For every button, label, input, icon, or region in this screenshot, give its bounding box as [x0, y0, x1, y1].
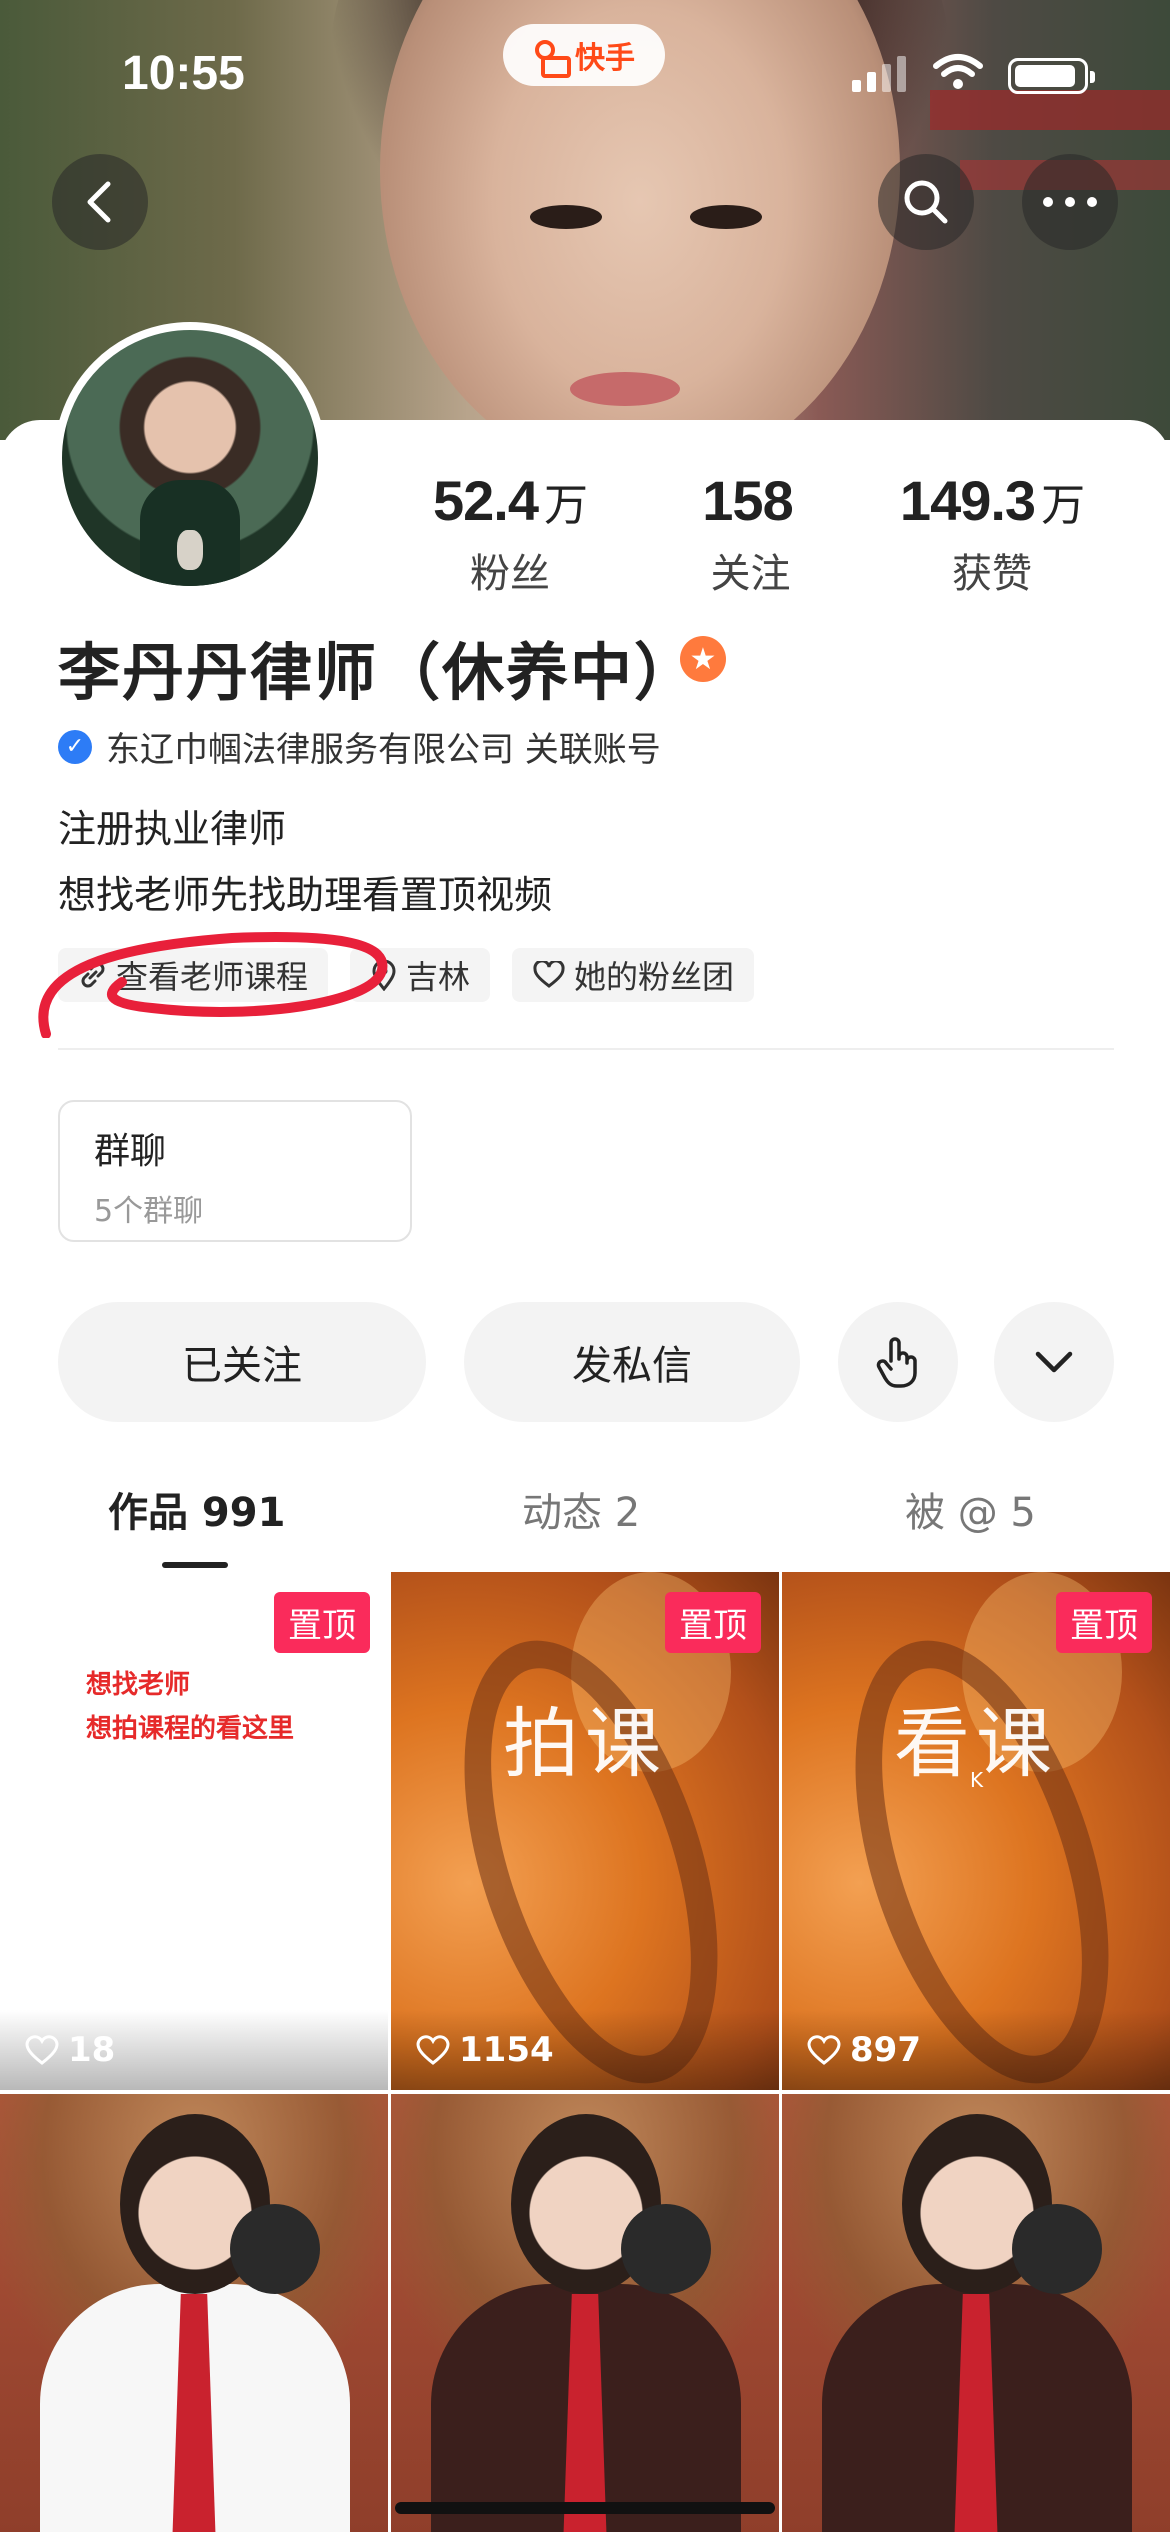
group-chat-card[interactable]: 群聊 5个群聊: [58, 1100, 412, 1242]
tab-works[interactable]: 作品 991: [108, 1480, 285, 1538]
tab-moments[interactable]: 动态 2: [522, 1480, 640, 1538]
heart-outline-icon: [25, 2035, 59, 2065]
more-dots-icon: [1043, 197, 1097, 207]
video-tile[interactable]: 置顶 想找老师 想拍课程的看这里 18: [0, 1572, 388, 2090]
bio-line: 注册执业律师: [58, 807, 287, 851]
video-tile[interactable]: [0, 2094, 388, 2532]
tile-watermark: K: [970, 1768, 984, 1792]
back-button[interactable]: [52, 154, 148, 250]
stat-label: 关注: [710, 551, 791, 597]
stat-following[interactable]: 158 关注: [678, 468, 823, 599]
video-tile[interactable]: 置顶 看课 K 897: [782, 1572, 1170, 2090]
expand-button[interactable]: [994, 1302, 1114, 1422]
stat-likes[interactable]: 149.3 万 获赞: [882, 468, 1102, 599]
wifi-icon: [933, 54, 983, 89]
heart-outline-icon: [416, 2035, 450, 2065]
search-button[interactable]: [878, 154, 974, 250]
tag-fan-club[interactable]: 她的粉丝团: [512, 948, 755, 1002]
avatar[interactable]: [54, 322, 326, 594]
video-tile[interactable]: [782, 2094, 1170, 2532]
verified-check-icon: ✓: [58, 729, 92, 764]
active-tab-indicator: [162, 1562, 228, 1568]
video-grid: 置顶 想找老师 想拍课程的看这里 18 置顶 拍课 1154 置顶 看课 K 8…: [0, 1572, 1170, 2532]
hand-pointer-icon: [876, 1337, 917, 1388]
app-name: 快手: [575, 41, 635, 76]
battery-icon: [1008, 58, 1095, 94]
group-chat-count: 5个群聊: [94, 1194, 204, 1229]
verified-org-text: 东辽巾帼法律服务有限公司 关联账号: [106, 730, 661, 770]
kuaishou-logo-icon: [533, 38, 571, 78]
pinned-badge: 置顶: [274, 1592, 370, 1653]
video-tile[interactable]: 置顶 拍课 1154: [391, 1572, 779, 2090]
gesture-button[interactable]: [838, 1302, 958, 1422]
profile-name: 李丹丹律师（休养中）: [58, 636, 699, 709]
heart-outline-icon: [533, 961, 565, 988]
send-message-button[interactable]: 发私信: [464, 1302, 800, 1422]
home-indicator[interactable]: [395, 2502, 775, 2514]
likes-count: 18: [0, 2010, 388, 2090]
verified-org[interactable]: ✓ 东辽巾帼法律服务有限公司 关联账号: [58, 722, 661, 771]
stat-label: 粉丝: [470, 551, 550, 597]
pinned-badge: 置顶: [665, 1592, 761, 1653]
chevron-left-icon: [87, 181, 111, 223]
chevron-down-icon: [1035, 1351, 1073, 1373]
tab-mentioned[interactable]: 被 @ 5: [905, 1480, 1036, 1538]
tile-caption: 想拍课程的看这里: [86, 1714, 295, 1744]
likes-count: 1154: [391, 2010, 779, 2090]
more-button[interactable]: [1022, 154, 1118, 250]
pinned-badge: 置顶: [1056, 1592, 1152, 1653]
heart-outline-icon: [807, 2035, 841, 2065]
following-button[interactable]: 已关注: [58, 1302, 426, 1422]
group-chat-title: 群聊: [94, 1131, 167, 1172]
search-icon: [904, 180, 948, 224]
app-badge[interactable]: 快手: [503, 24, 665, 86]
status-time: 10:55: [122, 47, 245, 100]
video-tile[interactable]: [391, 2094, 779, 2532]
tile-title: 拍课: [503, 1699, 667, 1788]
profile-tabs: 作品 991 动态 2 被 @ 5: [0, 1480, 1170, 1581]
likes-count: 897: [782, 2010, 1170, 2090]
red-annotation-circle: [38, 932, 388, 1038]
divider: [58, 1048, 1114, 1050]
stat-fans[interactable]: 52.4 万 粉丝: [415, 468, 605, 599]
signal-icon: [852, 52, 906, 92]
stat-label: 获赞: [952, 551, 1032, 597]
tile-caption: 想找老师: [86, 1670, 191, 1700]
star-icon[interactable]: ★: [680, 636, 726, 682]
